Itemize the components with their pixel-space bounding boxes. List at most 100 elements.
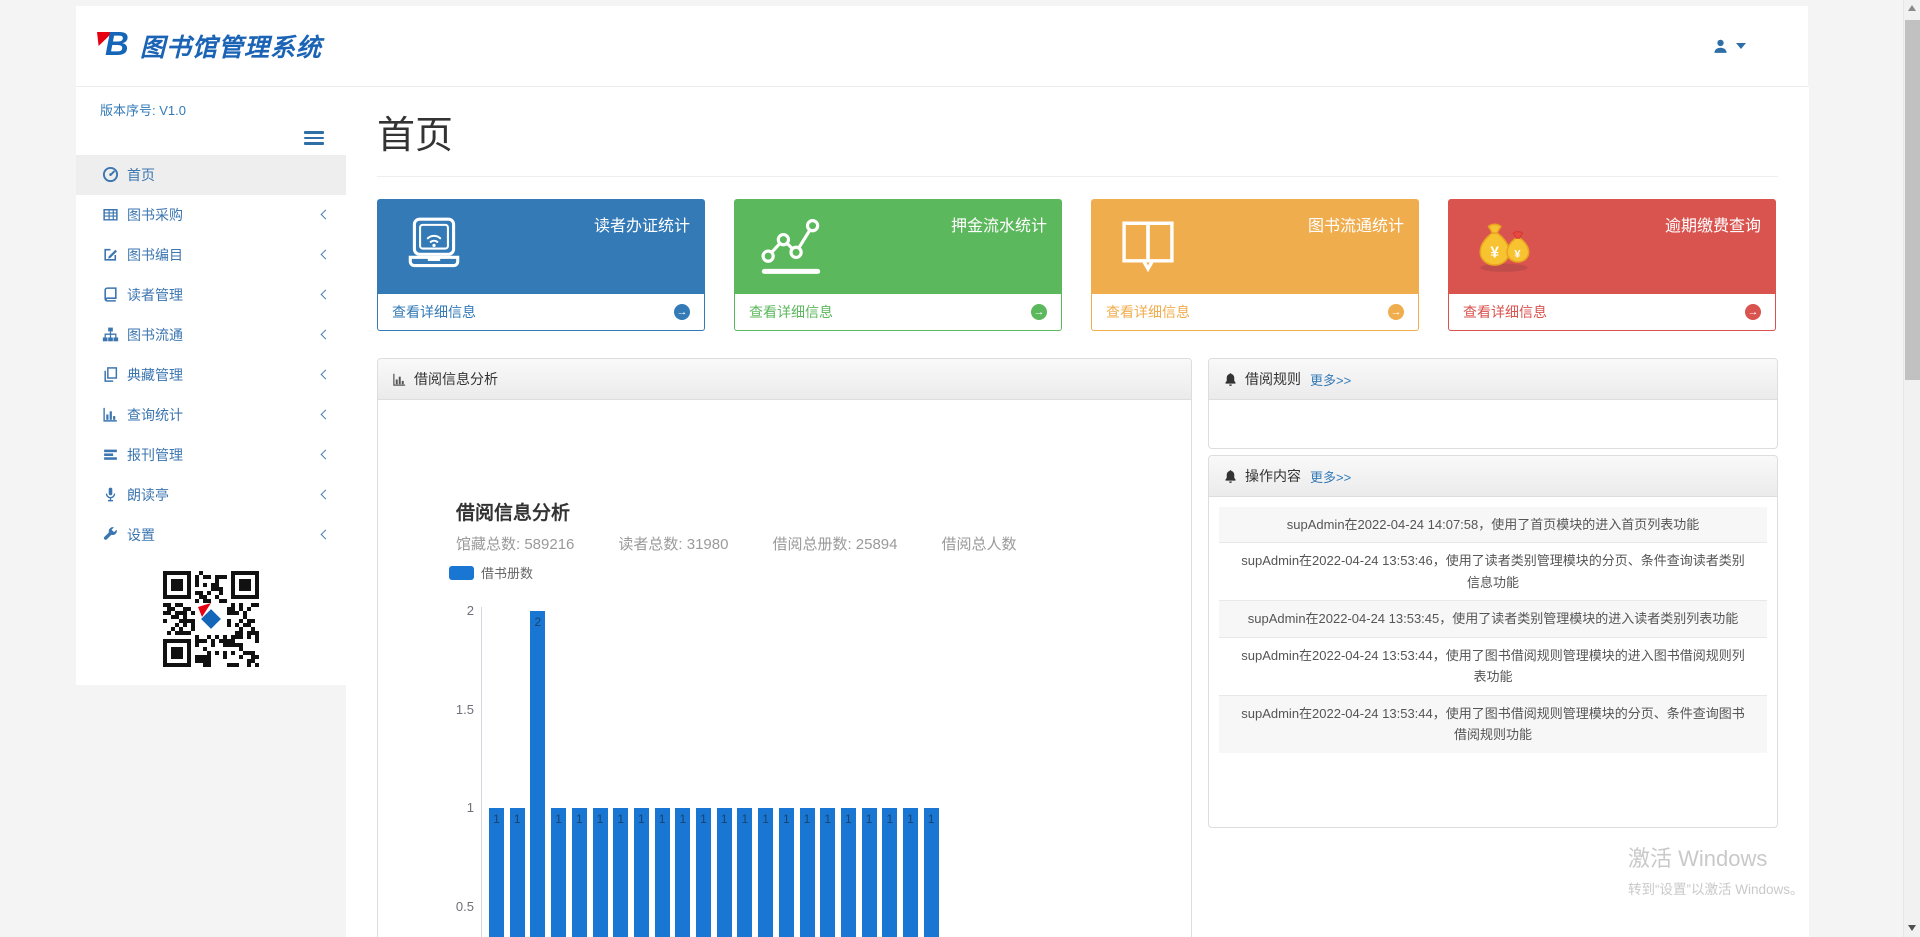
- y-axis-tick-label: 1.5: [434, 702, 474, 717]
- y-axis-tick-label: 1: [434, 800, 474, 815]
- stat-card: 押金流水统计查看详细信息→: [734, 199, 1062, 331]
- card-detail-link[interactable]: 查看详细信息→: [734, 294, 1062, 331]
- vertical-scrollbar[interactable]: [1903, 0, 1920, 937]
- bar[interactable]: [841, 808, 856, 937]
- bar[interactable]: [551, 808, 566, 937]
- scroll-up-arrow-icon[interactable]: [1908, 5, 1916, 11]
- chart-subtitle-stats: 馆藏总数: 589216读者总数: 31980借阅总册数: 25894借阅总人数: [456, 533, 1190, 554]
- card-detail-link[interactable]: 查看详细信息→: [1091, 294, 1419, 331]
- chevron-left-icon: [321, 529, 331, 539]
- sidebar-item[interactable]: 典藏管理: [76, 355, 346, 395]
- stat-card-top: 押金流水统计: [734, 199, 1062, 294]
- card-detail-label: 查看详细信息: [392, 302, 476, 322]
- chart-stat: 读者总数: 31980: [618, 536, 728, 553]
- bar-value-label: 1: [800, 812, 815, 826]
- rules-more-link[interactable]: 更多>>: [1310, 370, 1351, 389]
- stat-card-top: 读者办证统计: [377, 199, 705, 294]
- stat-card: ¥¥逾期缴费查询查看详细信息→: [1448, 199, 1776, 331]
- bar[interactable]: [696, 808, 711, 937]
- sidebar-item[interactable]: 设置: [76, 515, 346, 555]
- sidebar-item-label: 图书流通: [127, 325, 183, 345]
- bell-icon: [1223, 372, 1238, 387]
- wrench-icon: [102, 526, 119, 543]
- sitemap-icon: [102, 326, 119, 343]
- bar[interactable]: [530, 611, 545, 937]
- bar[interactable]: [800, 808, 815, 937]
- app-container: B 图书馆管理系统 版本序号: V1.0 首页图书采购图书编目读者管理图书流通典…: [76, 0, 1808, 937]
- bar-value-label: 1: [862, 812, 877, 826]
- bar-value-label: 1: [572, 812, 587, 826]
- bar[interactable]: [717, 808, 732, 937]
- stat-card-title: 逾期缴费查询: [1665, 212, 1761, 236]
- sidebar-toggle-button[interactable]: [304, 131, 324, 145]
- bar-value-label: 1: [489, 812, 504, 826]
- sidebar-item[interactable]: 首页: [76, 155, 346, 195]
- card-detail-label: 查看详细信息: [1106, 302, 1190, 322]
- bar[interactable]: [634, 808, 649, 937]
- bar-value-label: 1: [737, 812, 752, 826]
- bar[interactable]: [737, 808, 752, 937]
- svg-text:¥: ¥: [1514, 248, 1521, 260]
- chart-legend[interactable]: 借书册数: [449, 563, 533, 582]
- dashboard-icon: [102, 166, 119, 183]
- laptop-wifi-icon: [401, 213, 467, 279]
- qr-code: [163, 571, 259, 667]
- operation-log-header: 操作内容 更多>>: [1209, 456, 1777, 497]
- open-book-icon: [1115, 213, 1181, 279]
- bar[interactable]: [655, 808, 670, 937]
- bar-value-label: 1: [882, 812, 897, 826]
- stat-card-title: 图书流通统计: [1308, 212, 1404, 236]
- bar[interactable]: [489, 808, 504, 937]
- bar[interactable]: [675, 808, 690, 937]
- log-entry: supAdmin在2022-04-24 14:07:58，使用了首页模块的进入首…: [1219, 507, 1767, 543]
- sidebar-item[interactable]: 图书采购: [76, 195, 346, 235]
- log-entry: supAdmin在2022-04-24 13:53:44，使用了图书借阅规则管理…: [1219, 696, 1767, 753]
- bar[interactable]: [613, 808, 628, 937]
- chevron-left-icon: [321, 489, 331, 499]
- sidebar-item-label: 设置: [127, 525, 155, 545]
- borrow-analysis-panel-header: 借阅信息分析: [378, 359, 1191, 400]
- operations-more-link[interactable]: 更多>>: [1310, 467, 1351, 486]
- bar[interactable]: [572, 808, 587, 937]
- sidebar-item[interactable]: 朗读亭: [76, 475, 346, 515]
- bar-value-label: 1: [613, 812, 628, 826]
- sidebar-item[interactable]: 报刊管理: [76, 435, 346, 475]
- bar[interactable]: [903, 808, 918, 937]
- scrollbar-thumb[interactable]: [1905, 20, 1920, 380]
- y-axis-tick-label: 0.5: [434, 899, 474, 914]
- bar[interactable]: [593, 808, 608, 937]
- card-detail-link[interactable]: 查看详细信息→: [1448, 294, 1776, 331]
- chart-stat: 借阅总人数: [942, 536, 1017, 553]
- chevron-left-icon: [321, 209, 331, 219]
- sidebar-item-label: 查询统计: [127, 405, 183, 425]
- bar[interactable]: [924, 808, 939, 937]
- bar-value-label: 1: [551, 812, 566, 826]
- version-label: 版本序号: V1.0: [76, 87, 346, 119]
- sidebar-item[interactable]: 读者管理: [76, 275, 346, 315]
- chart-stat: 借阅总册数: 25894: [772, 536, 897, 553]
- bar[interactable]: [820, 808, 835, 937]
- sidebar-menu: 首页图书采购图书编目读者管理图书流通典藏管理查询统计报刊管理朗读亭设置: [76, 155, 346, 555]
- bar[interactable]: [862, 808, 877, 937]
- stat-card-top: ¥¥逾期缴费查询: [1448, 199, 1776, 294]
- scroll-down-arrow-icon[interactable]: [1908, 925, 1916, 931]
- copy-icon: [102, 366, 119, 383]
- sidebar-item[interactable]: 图书流通: [76, 315, 346, 355]
- bar[interactable]: [882, 808, 897, 937]
- bar-value-label: 1: [758, 812, 773, 826]
- book-icon: [102, 286, 119, 303]
- bar[interactable]: [779, 808, 794, 937]
- borrow-rules-header: 借阅规则 更多>>: [1209, 359, 1777, 400]
- bar[interactable]: [510, 808, 525, 937]
- sidebar-item[interactable]: 图书编目: [76, 235, 346, 275]
- borrow-rules-body: [1209, 400, 1777, 448]
- user-menu[interactable]: [1712, 38, 1746, 55]
- legend-swatch: [449, 566, 474, 580]
- user-icon: [1712, 38, 1729, 55]
- card-detail-label: 查看详细信息: [749, 302, 833, 322]
- bar[interactable]: [758, 808, 773, 937]
- log-entry: supAdmin在2022-04-24 13:53:44，使用了图书借阅规则管理…: [1219, 638, 1767, 696]
- card-detail-link[interactable]: 查看详细信息→: [377, 294, 705, 331]
- bar-value-label: 1: [510, 812, 525, 826]
- sidebar-item[interactable]: 查询统计: [76, 395, 346, 435]
